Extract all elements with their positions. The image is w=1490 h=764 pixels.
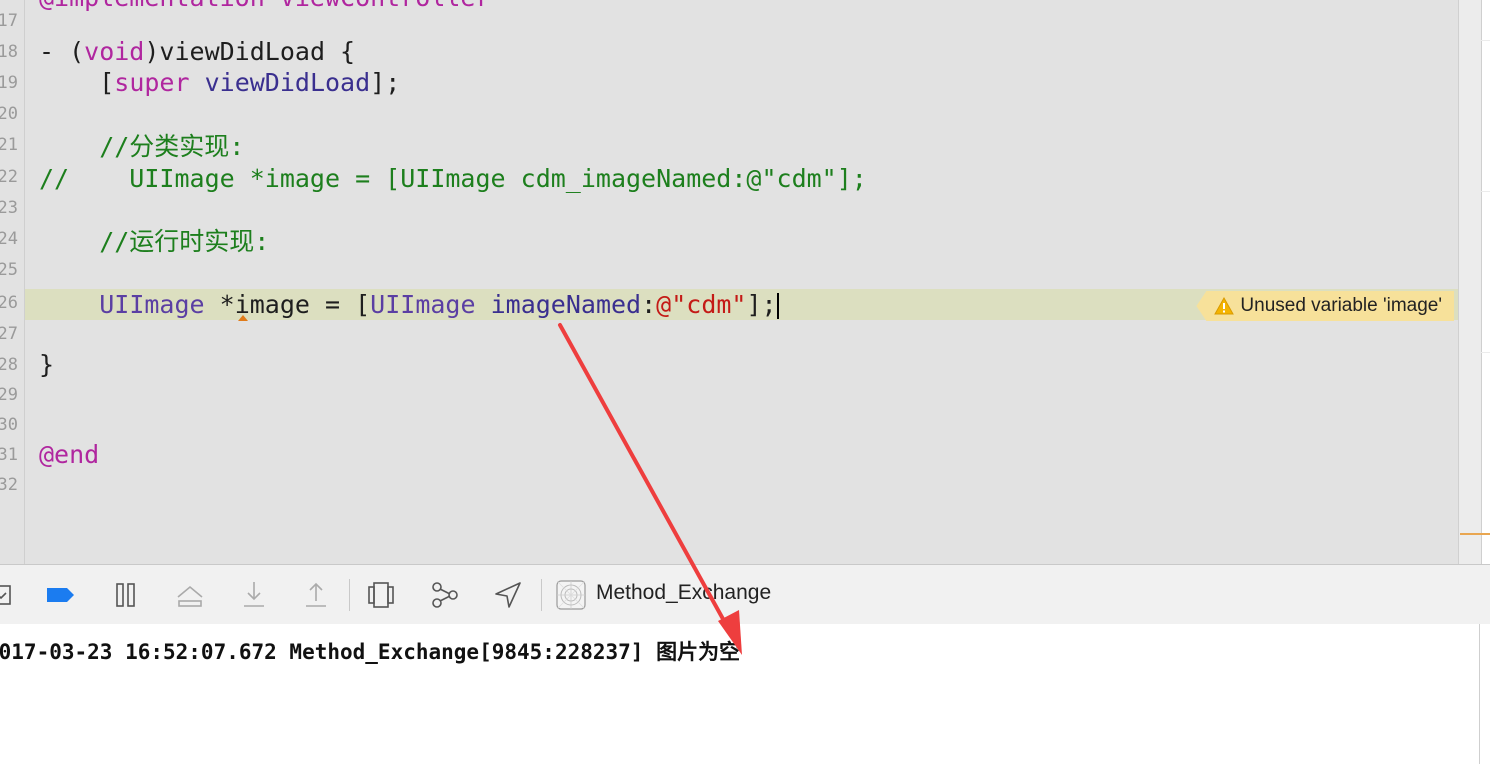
memory-graph-icon[interactable] bbox=[429, 579, 461, 611]
line-number: 17 bbox=[0, 11, 18, 31]
console-scroll-edge bbox=[1479, 624, 1490, 764]
line-number: 32 bbox=[0, 475, 18, 495]
code-area[interactable]: @implementation ViewController - (void)v… bbox=[25, 0, 1458, 564]
code-token: [ bbox=[39, 68, 115, 97]
code-line: - (void)viewDidLoad { bbox=[25, 36, 1458, 67]
code-token: UIImage bbox=[370, 290, 476, 319]
target-label[interactable]: Method_Exchange bbox=[596, 581, 771, 605]
line-number: 29 bbox=[0, 385, 18, 405]
debug-bar: Method_Exchange bbox=[0, 564, 1490, 625]
breakpoints-toggle-icon[interactable] bbox=[44, 579, 76, 611]
warning-text: Unused variable 'image' bbox=[1240, 295, 1442, 316]
code-line: } bbox=[39, 350, 55, 379]
code-line: @end bbox=[39, 440, 100, 469]
view-debugger-icon[interactable] bbox=[365, 579, 397, 611]
code-token: imageNamed bbox=[490, 290, 642, 319]
change-marker bbox=[1460, 533, 1490, 535]
line-number: 27 bbox=[0, 324, 18, 344]
step-into-icon[interactable] bbox=[238, 579, 270, 611]
line-number: 18 bbox=[0, 42, 18, 62]
source-editor[interactable]: 17 18 19 20 21 22 23 24 25 26 27 28 29 3… bbox=[0, 0, 1458, 564]
console-output[interactable]: 2017-03-23 16:52:07.672 Method_Exchange[… bbox=[0, 624, 1490, 764]
warning-badge[interactable]: Unused variable 'image' bbox=[1196, 291, 1454, 321]
code-token: @implementation ViewController bbox=[39, 0, 491, 12]
line-number: 19 bbox=[0, 73, 18, 93]
line-number: 22 bbox=[0, 167, 18, 187]
code-token: * bbox=[204, 290, 235, 319]
code-token: ]; bbox=[746, 290, 777, 319]
code-token: @"cdm" bbox=[656, 290, 747, 319]
code-comment-line: // UIImage *image = [UIImage cdm_imageNa… bbox=[39, 164, 867, 193]
warning-icon bbox=[1214, 297, 1235, 315]
app-target-icon[interactable] bbox=[555, 579, 587, 611]
line-number: 28 bbox=[0, 355, 18, 375]
line-number: 23 bbox=[0, 198, 18, 218]
code-token: viewDidLoad bbox=[204, 68, 371, 97]
code-token: ]; bbox=[370, 68, 401, 97]
text-cursor bbox=[776, 293, 779, 319]
editor-minimap-edge bbox=[1458, 0, 1490, 564]
location-icon[interactable] bbox=[492, 579, 524, 611]
code-token: - ( bbox=[39, 37, 85, 66]
line-number: 21 bbox=[0, 135, 18, 155]
code-token: )viewDidLoad { bbox=[144, 37, 356, 66]
code-comment-line: //运行时实现: bbox=[39, 227, 270, 256]
code-token: void bbox=[84, 37, 145, 66]
code-comment-line: //分类实现: bbox=[39, 132, 245, 161]
line-number: 20 bbox=[0, 104, 18, 124]
code-token: i bbox=[234, 290, 250, 319]
line-number: 25 bbox=[0, 260, 18, 280]
console-log-line: 2017-03-23 16:52:07.672 Method_Exchange[… bbox=[0, 640, 741, 664]
code-token: super bbox=[114, 68, 190, 97]
code-token: mage = [ bbox=[249, 290, 371, 319]
code-line: [super viewDidLoad]; bbox=[25, 67, 1458, 98]
line-number: 30 bbox=[0, 415, 18, 435]
line-number: 26 bbox=[0, 293, 18, 313]
code-line: @implementation ViewController bbox=[25, 0, 1458, 13]
line-number: 24 bbox=[0, 229, 18, 249]
hide-debug-area-icon[interactable] bbox=[0, 579, 22, 611]
code-token: UIImage bbox=[99, 290, 205, 319]
line-number: 31 bbox=[0, 445, 18, 465]
step-over-icon[interactable] bbox=[174, 579, 206, 611]
code-token: : bbox=[641, 290, 657, 319]
line-number-gutter[interactable]: 17 18 19 20 21 22 23 24 25 26 27 28 29 3… bbox=[0, 0, 25, 564]
pause-icon[interactable] bbox=[110, 579, 142, 611]
step-out-icon[interactable] bbox=[300, 579, 332, 611]
